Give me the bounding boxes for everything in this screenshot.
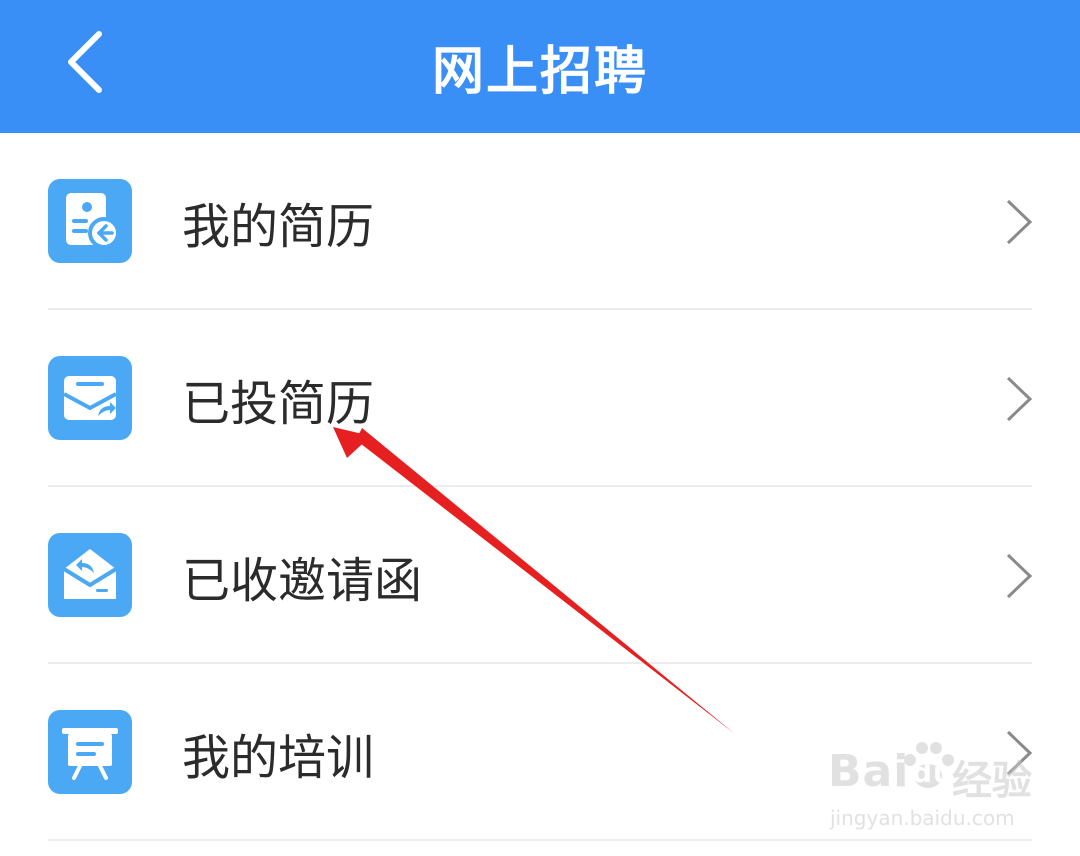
baidu-watermark: Bai du 经验 jingyan.baidu.com bbox=[828, 738, 1048, 838]
menu-item-label: 我的培训 bbox=[182, 729, 375, 786]
chevron-left-icon bbox=[68, 31, 102, 93]
menu-item-label: 我的简历 bbox=[182, 198, 375, 255]
chevron-right-icon bbox=[1006, 199, 1033, 245]
menu-item-my-resume[interactable]: 我的简历 bbox=[0, 133, 1080, 310]
menu-item-label: 已收邀请函 bbox=[182, 552, 423, 609]
sent-resume-icon bbox=[48, 356, 132, 440]
resume-icon bbox=[48, 179, 132, 263]
back-button[interactable] bbox=[50, 22, 120, 102]
divider bbox=[48, 839, 1032, 841]
app-header: 网上招聘 bbox=[0, 0, 1080, 133]
menu-item-sent-resume[interactable]: 已投简历 bbox=[0, 310, 1080, 487]
chevron-right-icon bbox=[1006, 376, 1033, 422]
menu-item-label: 已投简历 bbox=[182, 375, 375, 432]
chevron-right-icon bbox=[1006, 553, 1033, 599]
training-board-icon bbox=[48, 710, 132, 794]
watermark-logo-suffix: du bbox=[912, 756, 954, 789]
menu-item-received-invitation[interactable]: 已收邀请函 bbox=[0, 487, 1080, 664]
watermark-url: jingyan.baidu.com bbox=[830, 806, 1015, 830]
watermark-brand: 经验 bbox=[952, 758, 1032, 804]
page-title: 网上招聘 bbox=[431, 42, 648, 102]
menu-list: 我的简历 已投简历 已收邀请函 我的培训 bbox=[0, 133, 1080, 841]
received-invitation-icon bbox=[48, 533, 132, 617]
